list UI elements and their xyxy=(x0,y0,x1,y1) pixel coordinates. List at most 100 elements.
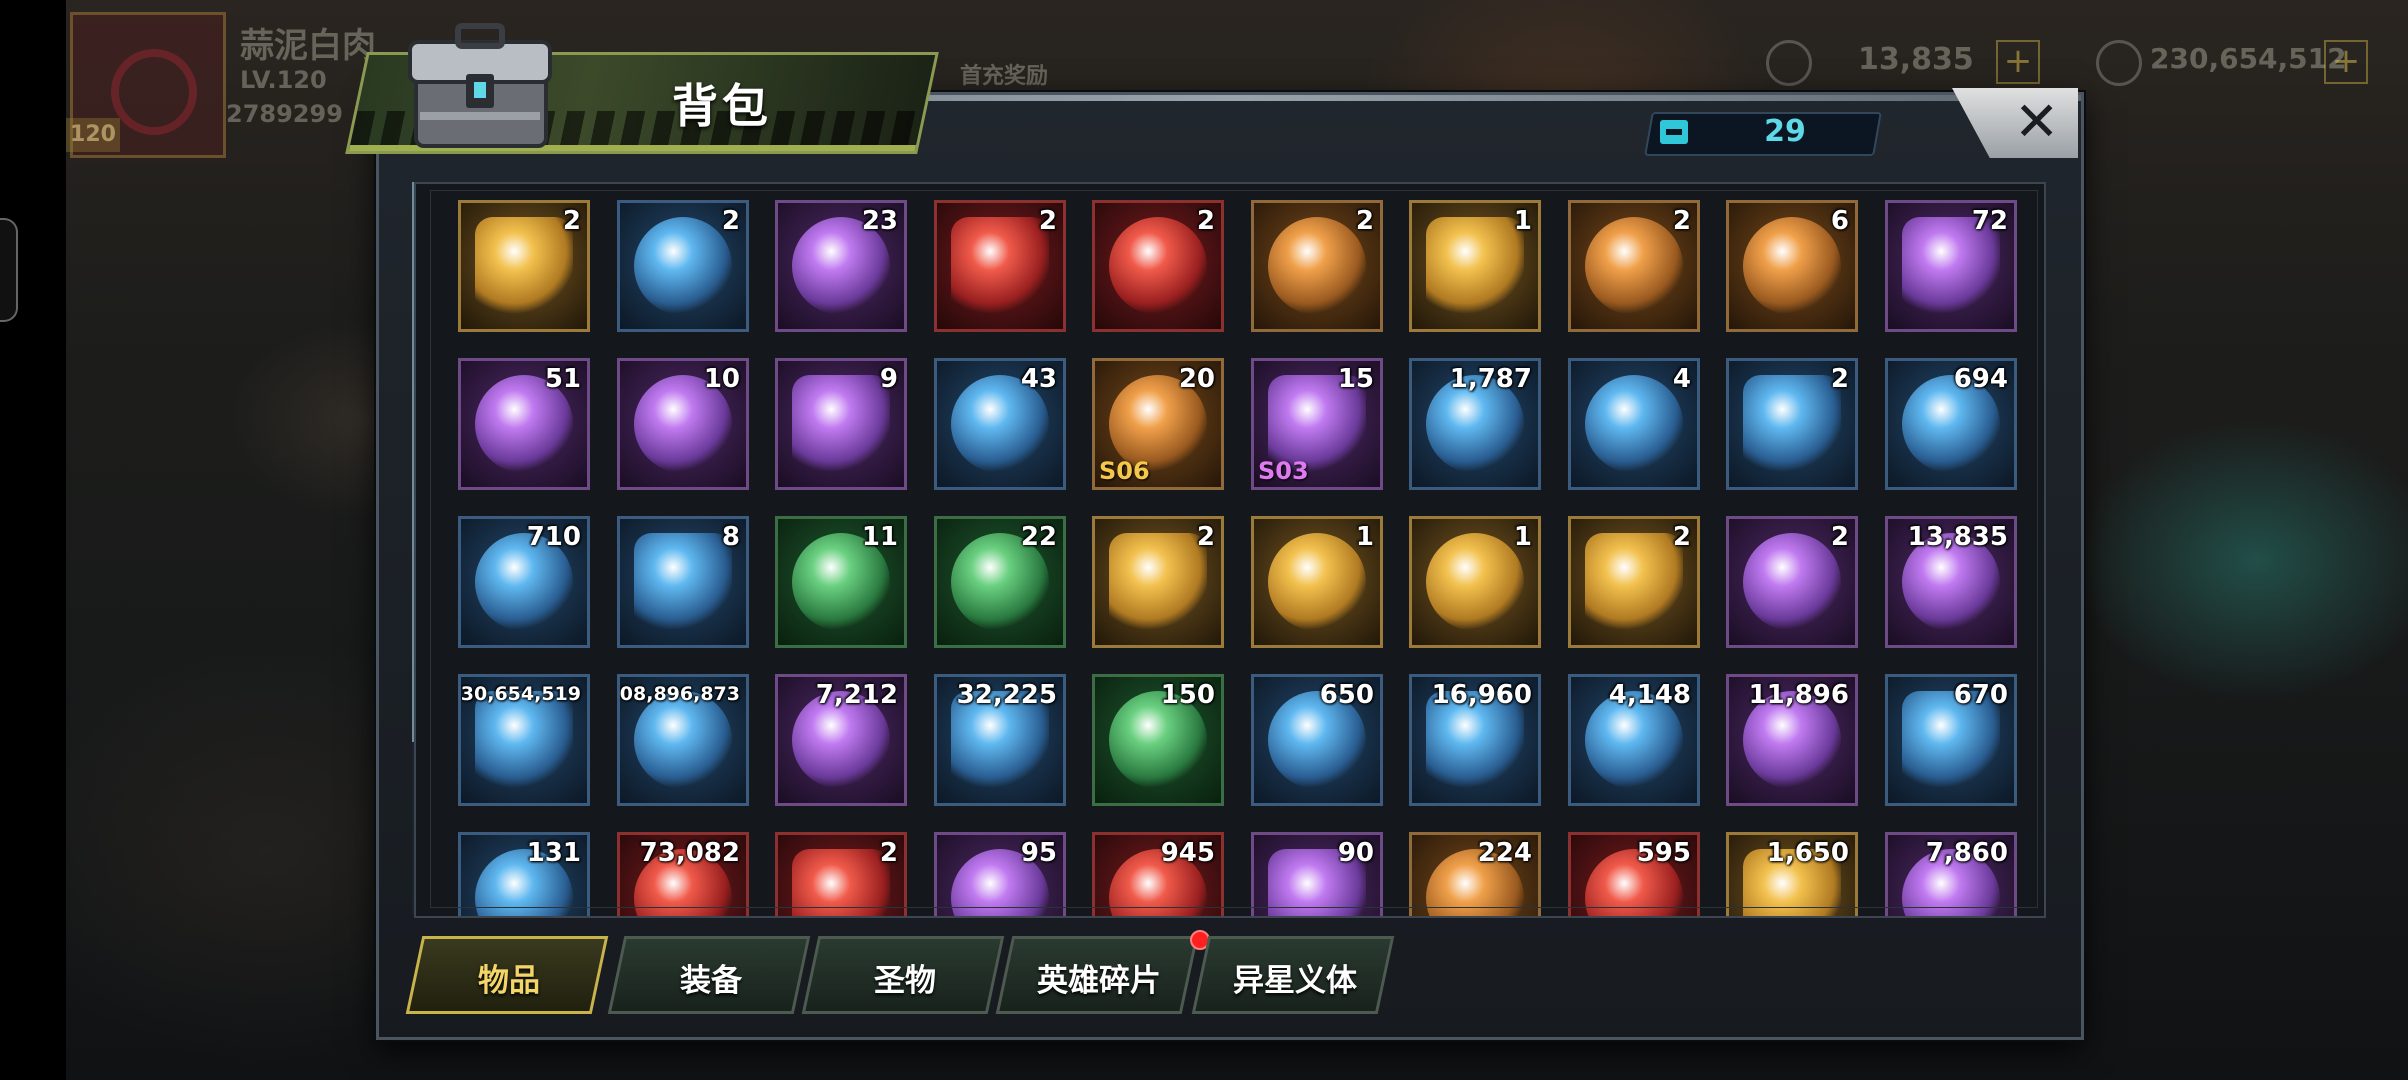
item-slot-green-canister[interactable]: 408,896,873 xyxy=(617,674,749,806)
item-slot-sword-blueprint[interactable]: 1 xyxy=(1251,516,1383,648)
blue-bottle-cap-icon xyxy=(1743,375,1841,473)
item-slot-fist-arrow[interactable]: 945 xyxy=(1092,832,1224,916)
item-slot-tier-iv-crate[interactable]: 2 xyxy=(617,200,749,332)
item-quantity: 2 xyxy=(1196,206,1215,236)
first-recharge-label: 首充奖励 xyxy=(960,64,1049,89)
item-quantity: 11,896 xyxy=(1748,680,1849,710)
item-slot-gold-coins[interactable]: 230,654,519 xyxy=(458,674,590,806)
item-slot-film-reel[interactable]: 51 xyxy=(458,358,590,490)
item-slot-golden-shard[interactable]: 1 xyxy=(1409,200,1541,332)
item-slot-blue-gear-token[interactable]: 7,860 xyxy=(1885,832,2017,916)
item-slot-red-molecule[interactable]: 150 xyxy=(1092,674,1224,806)
item-slot-silver-cube[interactable]: 2 xyxy=(1251,200,1383,332)
war-hammer-icon xyxy=(1109,217,1207,315)
item-slot-war-hammer[interactable]: 2 xyxy=(1092,200,1224,332)
gear-token-icon xyxy=(1743,217,1841,315)
crystal-currency-icon xyxy=(1766,40,1812,86)
item-slot-hero-shield-badge[interactable]: 670 xyxy=(1885,674,2017,806)
item-slot-orange-gem[interactable]: 2 xyxy=(775,832,907,916)
item-quantity: 73,082 xyxy=(639,838,740,868)
capacity-count: 29 xyxy=(1764,114,1806,149)
shirt-blueprint-icon xyxy=(1426,533,1524,631)
item-quantity: 2 xyxy=(1830,364,1849,394)
item-slot-pink-bottle-cap[interactable]: 72 xyxy=(1885,200,2017,332)
tab-relics[interactable] xyxy=(801,936,1005,1014)
item-slot-red-emblem[interactable]: 73,082 xyxy=(617,832,749,916)
item-slot-red-target[interactable]: 595 xyxy=(1568,832,1700,916)
crystal-add-button[interactable]: + xyxy=(1996,40,2040,84)
item-quantity: 95 xyxy=(1020,838,1057,868)
item-slot-sandals[interactable]: 11 xyxy=(775,516,907,648)
item-quantity: 2 xyxy=(1830,522,1849,552)
item-quantity: 230,654,519 xyxy=(458,683,581,705)
item-quantity: 595 xyxy=(1636,838,1691,868)
tab-equipment[interactable] xyxy=(607,936,811,1014)
item-slot-poker-chip-red[interactable]: 694 xyxy=(1885,358,2017,490)
item-quantity: 2 xyxy=(1196,522,1215,552)
boots-blueprint-icon xyxy=(1585,533,1683,631)
side-drawer-handle[interactable] xyxy=(0,218,18,322)
item-slot-purple-crystal[interactable]: 13,835 xyxy=(1885,516,2017,648)
item-slot-yellow-monster[interactable]: 8 xyxy=(617,516,749,648)
season-tag: S06 xyxy=(1099,457,1150,485)
item-slot-red-gold-cube[interactable]: 2 xyxy=(934,200,1066,332)
item-quantity: 694 xyxy=(1953,364,2008,394)
player-id: 2789299 xyxy=(226,100,343,128)
poker-chip-purple-icon xyxy=(792,375,890,473)
item-slot-golden-fist[interactable]: 4,148 xyxy=(1568,674,1700,806)
item-slot-purple-boots-blueprint[interactable]: 2 xyxy=(1726,516,1858,648)
item-slot-police-badge[interactable]: 43 xyxy=(934,358,1066,490)
item-quantity: 7,212 xyxy=(815,680,898,710)
item-slot-lightning-token[interactable]: 95 xyxy=(934,832,1066,916)
item-quantity: 32,225 xyxy=(956,680,1057,710)
stopwatch-token-icon xyxy=(1585,375,1683,473)
item-slot-canister-badge[interactable]: 131 xyxy=(458,832,590,916)
item-quantity: 1 xyxy=(1513,522,1532,552)
item-slot-purple-orb[interactable]: 7,212 xyxy=(775,674,907,806)
item-slot-silver-triangle[interactable]: 16,960 xyxy=(1409,674,1541,806)
item-quantity: 51 xyxy=(544,364,581,394)
item-slot-blueberries[interactable]: S06 20 xyxy=(1092,358,1224,490)
item-slot-blue-bottle-cap[interactable]: 2 xyxy=(1726,358,1858,490)
item-quantity: 1 xyxy=(1355,522,1374,552)
silver-cube-icon xyxy=(1268,217,1366,315)
item-slot-gear[interactable]: 32,225 xyxy=(934,674,1066,806)
item-quantity: 2 xyxy=(721,206,740,236)
purple-boots-blueprint-icon xyxy=(1743,533,1841,631)
tab-items[interactable] xyxy=(405,936,609,1014)
gold-coins-icon xyxy=(475,691,573,789)
chest-icon xyxy=(408,23,552,148)
item-quantity: 90 xyxy=(1337,838,1374,868)
item-slot-puzzle-piece[interactable]: 11,896 xyxy=(1726,674,1858,806)
item-slot-magenta-bottle-cap[interactable]: 10 xyxy=(617,358,749,490)
item-slot-stopwatch-token[interactable]: 4 xyxy=(1568,358,1700,490)
item-quantity: 1,650 xyxy=(1766,838,1849,868)
item-slot-shirt-blueprint[interactable]: 1 xyxy=(1409,516,1541,648)
tab-hero-shards[interactable] xyxy=(995,936,1199,1014)
item-slot-portal-device[interactable]: 23 xyxy=(775,200,907,332)
player-level: LV.120 xyxy=(240,66,327,94)
tab-alien-implants[interactable] xyxy=(1191,936,1395,1014)
item-slot-purple-gem-chest[interactable]: 2 xyxy=(458,200,590,332)
item-slot-poker-chip-purple[interactable]: 9 xyxy=(775,358,907,490)
item-quantity: 16,960 xyxy=(1431,680,1532,710)
item-slot-gear-token[interactable]: 6 xyxy=(1726,200,1858,332)
coin-add-button[interactable]: + xyxy=(2324,40,2368,84)
item-quantity: 8 xyxy=(721,522,740,552)
item-quantity: 7,860 xyxy=(1925,838,2008,868)
coin-amount: 230,654,512 xyxy=(2150,42,2347,75)
item-slot-silver-medal[interactable]: S03 15 xyxy=(1251,358,1383,490)
player-name: 蒜泥白肉 xyxy=(240,26,376,66)
item-slot-rose-bouquet[interactable]: 90 xyxy=(1251,832,1383,916)
item-quantity: 150 xyxy=(1160,680,1215,710)
item-quantity: 20 xyxy=(1178,364,1215,394)
item-slot-eye-helmet[interactable]: 650 xyxy=(1251,674,1383,806)
item-slot-boots-blueprint[interactable]: 2 xyxy=(1568,516,1700,648)
item-slot-golden-crown[interactable]: 1,650 xyxy=(1726,832,1858,916)
item-slot-bullet[interactable]: 710 xyxy=(458,516,590,648)
item-slot-glasses-blueprint[interactable]: 2 xyxy=(1092,516,1224,648)
item-slot-cinema-ticket[interactable]: 1,787 xyxy=(1409,358,1541,490)
item-slot-orange-fist[interactable]: 224 xyxy=(1409,832,1541,916)
item-slot-crystal-prism[interactable]: 2 xyxy=(1568,200,1700,332)
item-slot-purple-flower-monster[interactable]: 22 xyxy=(934,516,1066,648)
